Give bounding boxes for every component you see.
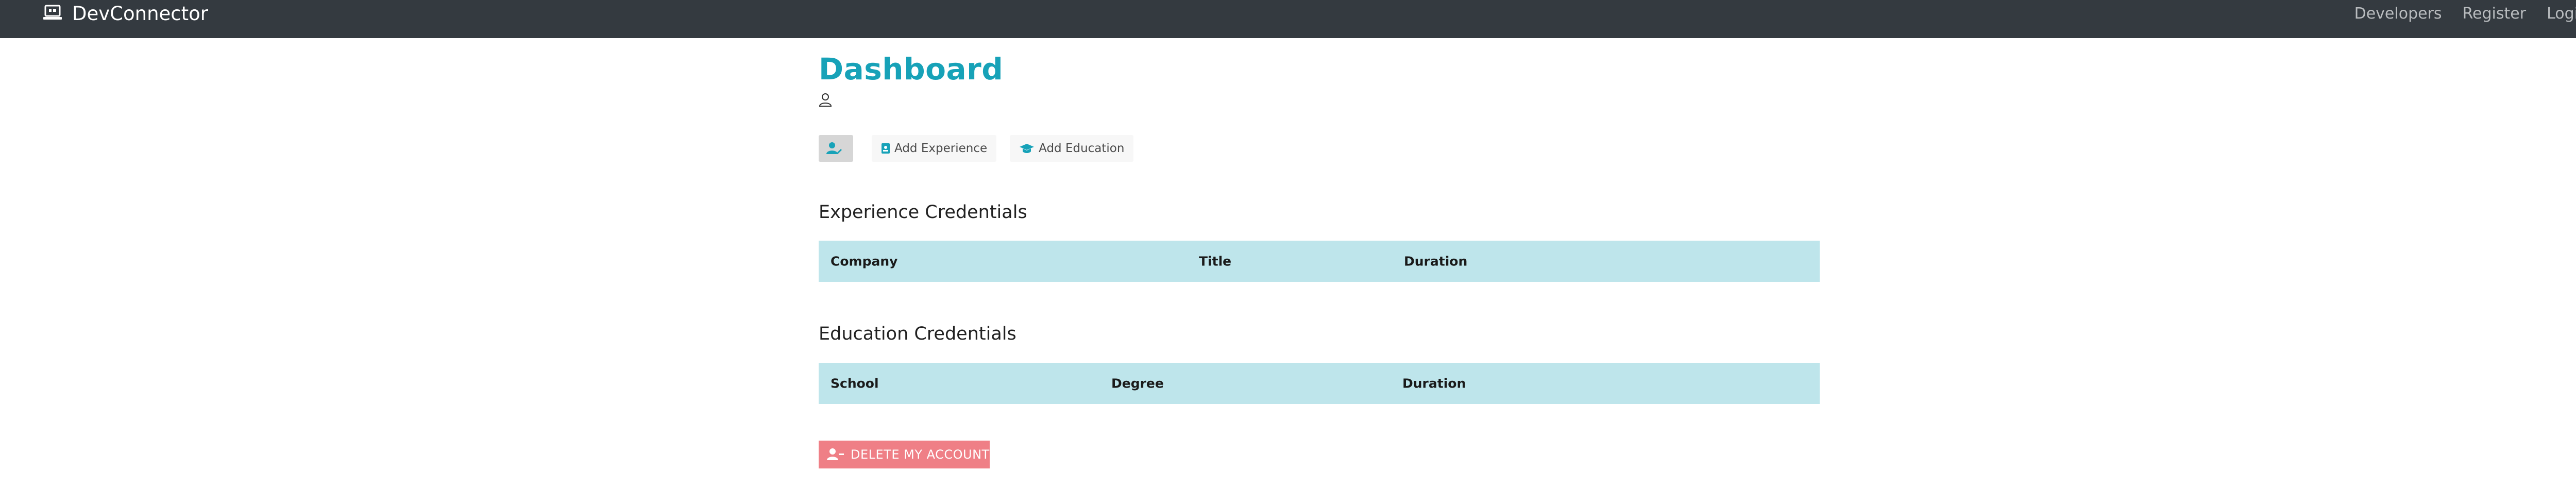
user-edit-icon [826,142,842,154]
education-table-header: School Degree Duration [819,363,1820,404]
page-title: Dashboard [819,52,1004,87]
id-badge-icon [882,143,890,154]
education-heading: Education Credentials [819,324,1016,344]
column-header-degree: Degree [1111,376,1164,391]
user-minus-icon [827,448,844,460]
column-header-duration: Duration [1404,254,1468,269]
nav-links: Developers Register Login [2354,0,2576,27]
column-header-company: Company [831,254,898,269]
graduation-cap-icon [1020,144,1035,153]
column-header-duration: Duration [1402,376,1466,391]
brand-name: DevConnector [72,2,208,25]
edit-profile-button[interactable] [819,135,853,162]
nav-link-register[interactable]: Register [2463,5,2527,23]
laptop-code-icon [43,5,62,20]
nav-link-login[interactable]: Login [2547,5,2576,23]
navbar: DevConnector Developers Register Login [0,0,2576,38]
add-experience-label: Add Experience [894,142,988,155]
user-icon [819,93,832,107]
brand-link[interactable]: DevConnector [42,0,208,27]
delete-account-button[interactable]: DELETE MY ACCOUNT [819,441,990,468]
nav-link-developers[interactable]: Developers [2354,5,2442,23]
delete-account-label: DELETE MY ACCOUNT [851,447,990,462]
add-education-button[interactable]: Add Education [1010,135,1134,162]
column-header-title: Title [1199,254,1232,269]
dashboard-actions: Add Experience Add Education [819,135,1134,162]
column-header-school: School [831,376,879,391]
experience-heading: Experience Credentials [819,202,1027,223]
add-experience-button[interactable]: Add Experience [872,135,997,162]
experience-table-header: Company Title Duration [819,241,1820,282]
add-education-label: Add Education [1039,142,1125,155]
